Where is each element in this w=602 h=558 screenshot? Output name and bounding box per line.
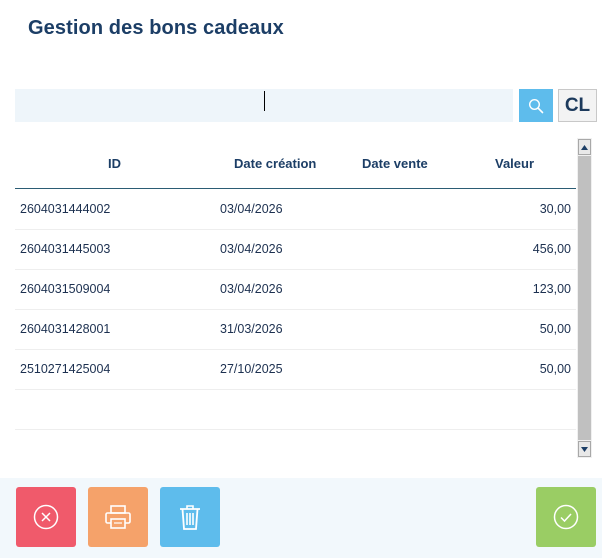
scroll-down-arrow[interactable]: [578, 441, 591, 457]
column-header-date-creation[interactable]: Date création: [234, 156, 316, 171]
cell-date-creation: 27/10/2025: [220, 362, 283, 376]
cell-id: 2604031445003: [20, 242, 111, 256]
trash-icon: [180, 505, 200, 530]
cell-date-creation: 03/04/2026: [220, 282, 283, 296]
triangle-up-icon: [581, 144, 588, 150]
cell-date-creation: 03/04/2026: [220, 242, 283, 256]
cell-id: 2604031509004: [20, 282, 111, 296]
column-header-valeur[interactable]: Valeur: [495, 156, 534, 171]
confirm-button[interactable]: [536, 487, 596, 547]
cell-id: 2604031444002: [20, 202, 111, 216]
vertical-scrollbar[interactable]: [577, 138, 592, 458]
scroll-up-arrow[interactable]: [578, 139, 591, 155]
search-icon: [528, 98, 544, 113]
cell-valeur: 50,00: [539, 362, 571, 376]
cell-valeur: 30,00: [539, 202, 571, 216]
table-header: ID Date création Date vente Valeur: [15, 138, 576, 189]
table-row[interactable]: 2604031509004 03/04/2026 123,00: [15, 269, 576, 310]
delete-button[interactable]: [160, 487, 220, 547]
cell-id: 2604031428001: [20, 322, 111, 336]
text-caret: [264, 91, 265, 111]
clear-button[interactable]: CL: [558, 89, 597, 122]
search-button[interactable]: [519, 89, 553, 122]
table-row-empty: [15, 389, 576, 430]
cell-id: 2510271425004: [20, 362, 111, 376]
table-row[interactable]: 2510271425004 27/10/2025 50,00: [15, 349, 576, 390]
cell-valeur: 123,00: [532, 282, 571, 296]
check-circle-icon: [553, 504, 579, 530]
triangle-down-icon: [581, 446, 588, 452]
scroll-thumb[interactable]: [578, 156, 591, 440]
table-row[interactable]: 2604031428001 31/03/2026 50,00: [15, 309, 576, 350]
column-header-date-vente[interactable]: Date vente: [362, 156, 428, 171]
print-button[interactable]: [88, 487, 148, 547]
printer-icon: [105, 505, 131, 529]
table-row[interactable]: 2604031444002 03/04/2026 30,00: [15, 189, 576, 230]
column-header-id[interactable]: ID: [108, 156, 121, 171]
cell-date-creation: 31/03/2026: [220, 322, 283, 336]
cell-valeur: 50,00: [539, 322, 571, 336]
table-row[interactable]: 2604031445003 03/04/2026 456,00: [15, 229, 576, 270]
page-title: Gestion des bons cadeaux: [28, 17, 284, 39]
cell-date-creation: 03/04/2026: [220, 202, 283, 216]
cancel-button[interactable]: [16, 487, 76, 547]
gift-card-table: ID Date création Date vente Valeur 26040…: [15, 138, 577, 458]
cell-valeur: 456,00: [532, 242, 571, 256]
close-circle-icon: [33, 504, 59, 530]
